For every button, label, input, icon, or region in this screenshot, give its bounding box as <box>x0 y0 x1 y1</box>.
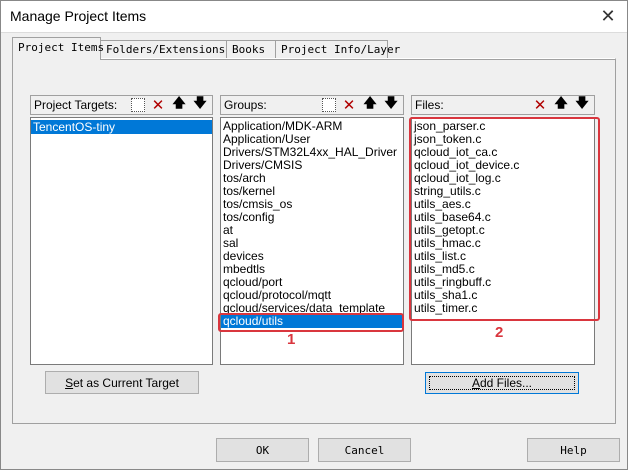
files-label: Files: <box>415 98 444 112</box>
title-bar: Manage Project Items ✕ <box>0 0 628 33</box>
add-files-button[interactable]: Add Files... <box>425 372 579 394</box>
groups-header: Groups: ✕ 🡅 🡇 <box>220 95 404 115</box>
move-down-group-icon[interactable]: 🡇 <box>382 96 400 114</box>
groups-panel: Groups: ✕ 🡅 🡇 Application/MDK-ARM Applic… <box>220 95 404 365</box>
new-target-icon[interactable] <box>131 98 145 112</box>
help-button[interactable]: Help <box>527 438 620 462</box>
groups-list[interactable]: Application/MDK-ARM Application/User Dri… <box>220 117 404 365</box>
move-up-group-icon[interactable]: 🡅 <box>361 96 379 114</box>
move-up-target-icon[interactable]: 🡅 <box>170 96 188 114</box>
delete-group-icon[interactable]: ✕ <box>340 96 358 114</box>
annotation-marker-2: 2 <box>495 324 504 341</box>
set-current-target-label: Set as Current Target <box>65 375 179 390</box>
move-down-file-icon[interactable]: 🡇 <box>573 96 591 114</box>
add-files-label: Add Files... <box>471 376 533 390</box>
delete-file-icon[interactable]: ✕ <box>531 96 549 114</box>
list-item-group[interactable]: at <box>221 224 403 237</box>
targets-panel: Project Targets: ✕ 🡅 🡇 TencentOS-tiny <box>30 95 213 365</box>
files-header: Files: ✕ 🡅 🡇 <box>411 95 595 115</box>
move-up-file-icon[interactable]: 🡅 <box>552 96 570 114</box>
tab-books[interactable]: Books <box>226 40 276 58</box>
ok-button[interactable]: OK <box>216 438 309 462</box>
cancel-button[interactable]: Cancel <box>318 438 411 462</box>
move-down-target-icon[interactable]: 🡇 <box>191 96 209 114</box>
new-group-icon[interactable] <box>322 98 336 112</box>
list-item-target[interactable]: TencentOS-tiny <box>31 120 212 134</box>
close-icon[interactable]: ✕ <box>588 0 628 32</box>
list-item-file[interactable]: utils_timer.c <box>412 302 594 315</box>
list-item-group-selected[interactable]: qcloud/utils <box>221 315 403 328</box>
tab-project-info-layer[interactable]: Project Info/Layer <box>275 40 400 58</box>
set-current-target-button[interactable]: Set as Current Target <box>45 371 199 394</box>
list-item-group[interactable]: tos/config <box>221 211 403 224</box>
tab-folders-extensions[interactable]: Folders/Extensions <box>100 40 227 58</box>
delete-target-icon[interactable]: ✕ <box>149 96 167 114</box>
tab-project-items[interactable]: Project Items <box>12 37 104 60</box>
annotation-marker-1: 1 <box>287 331 296 348</box>
targets-header: Project Targets: ✕ 🡅 🡇 <box>30 95 213 115</box>
targets-list[interactable]: TencentOS-tiny <box>30 117 213 365</box>
window-title: Manage Project Items <box>10 8 147 24</box>
targets-label: Project Targets: <box>34 98 118 112</box>
groups-label: Groups: <box>224 98 267 112</box>
